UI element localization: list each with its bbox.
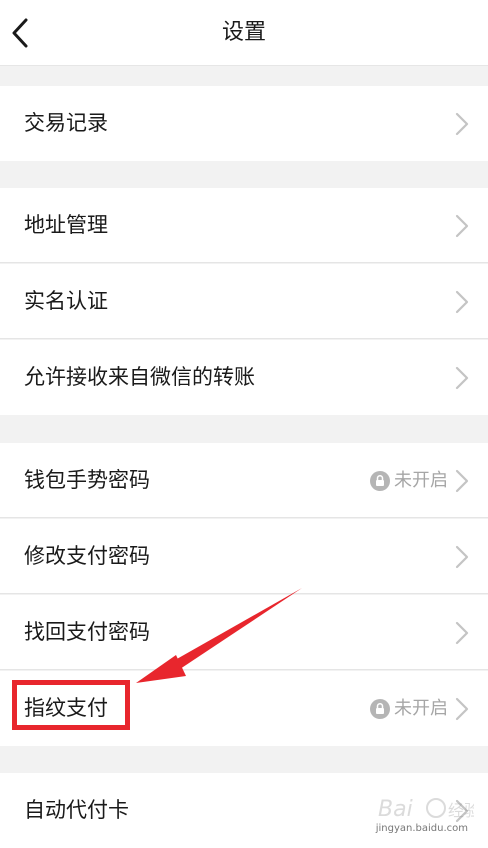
status-text: 未开启 bbox=[394, 698, 448, 719]
lock-icon bbox=[370, 470, 390, 491]
row-label: 修改支付密码 bbox=[24, 544, 150, 568]
chevron-right-icon bbox=[455, 214, 469, 238]
watermark-text: jingyan.baidu.com bbox=[375, 823, 468, 834]
row-allow-wechat-transfer[interactable]: 允许接收来自微信的转账 bbox=[0, 340, 488, 415]
lock-icon bbox=[370, 698, 390, 719]
row-label: 地址管理 bbox=[24, 213, 108, 237]
row-address-management[interactable]: 地址管理 bbox=[0, 188, 488, 263]
page-title: 设置 bbox=[221, 20, 266, 45]
row-label: 自动代付卡 bbox=[24, 798, 129, 822]
row-label: 交易记录 bbox=[24, 111, 108, 135]
chevron-right-icon bbox=[455, 545, 469, 569]
chevron-right-icon bbox=[455, 290, 469, 314]
row-label: 允许接收来自微信的转账 bbox=[24, 365, 255, 389]
row-real-name-verification[interactable]: 实名认证 bbox=[0, 264, 488, 339]
svg-text:经验: 经验 bbox=[448, 801, 474, 820]
chevron-right-icon bbox=[455, 112, 469, 136]
row-transaction-records[interactable]: 交易记录 bbox=[0, 86, 488, 161]
row-recover-payment-password[interactable]: 找回支付密码 bbox=[0, 595, 488, 670]
status-badge: 未开启 bbox=[370, 443, 448, 518]
chevron-right-icon bbox=[455, 621, 469, 645]
status-text: 未开启 bbox=[394, 470, 448, 491]
row-wallet-gesture-password[interactable]: 钱包手势密码 未开启 bbox=[0, 443, 488, 518]
svg-text:Bai: Bai bbox=[378, 797, 413, 822]
chevron-right-icon bbox=[455, 366, 469, 390]
highlight-box bbox=[12, 680, 130, 730]
row-label: 找回支付密码 bbox=[24, 620, 150, 644]
nav-bar: 设置 bbox=[0, 0, 488, 66]
chevron-right-icon bbox=[455, 697, 469, 721]
row-change-payment-password[interactable]: 修改支付密码 bbox=[0, 519, 488, 594]
row-label: 钱包手势密码 bbox=[24, 468, 150, 492]
status-badge: 未开启 bbox=[370, 671, 448, 746]
row-label: 实名认证 bbox=[24, 289, 108, 313]
chevron-right-icon bbox=[455, 469, 469, 493]
